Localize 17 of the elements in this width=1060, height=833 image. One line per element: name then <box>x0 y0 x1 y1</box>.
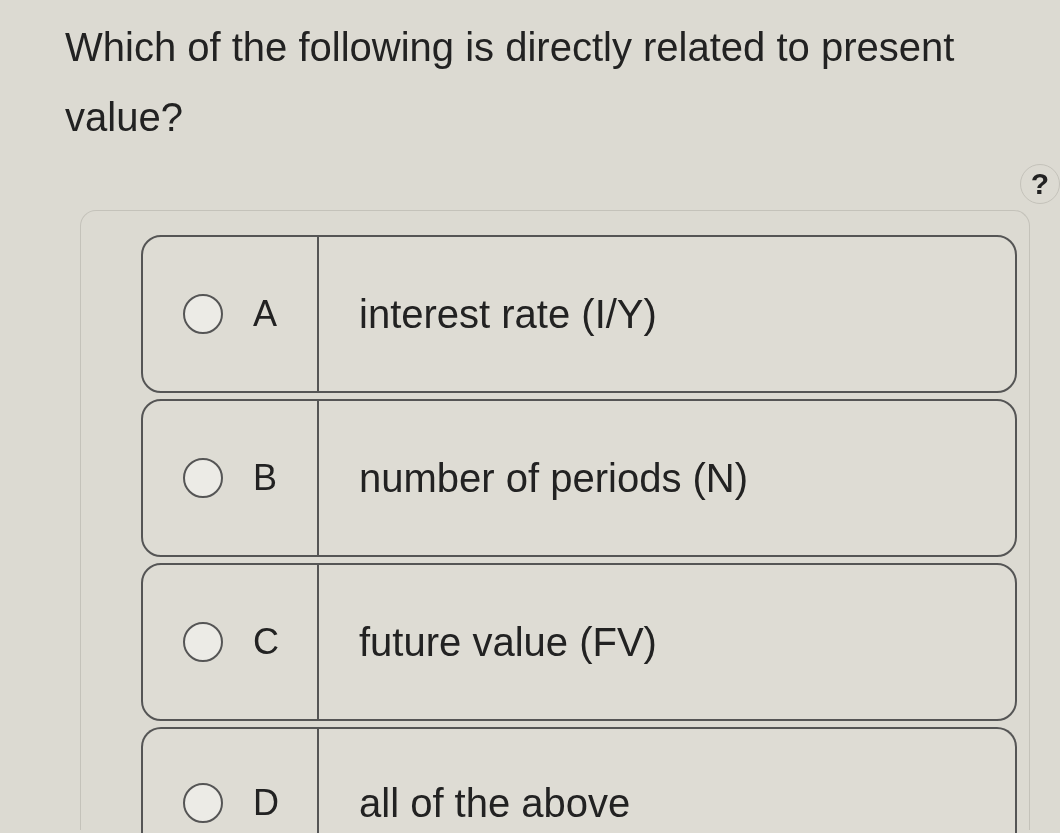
option-text: interest rate (I/Y) <box>359 294 657 334</box>
answer-option[interactable]: B number of periods (N) <box>141 399 1017 557</box>
radio-button[interactable] <box>183 622 223 662</box>
answer-option[interactable]: A interest rate (I/Y) <box>141 235 1017 393</box>
option-letter: B <box>253 458 277 498</box>
radio-button[interactable] <box>183 458 223 498</box>
option-text: number of periods (N) <box>359 458 749 498</box>
option-text: all of the above <box>359 783 631 823</box>
option-text: future value (FV) <box>359 622 657 662</box>
question-text: Which of the following is directly related to present value? <box>65 24 956 141</box>
radio-button[interactable] <box>183 294 223 334</box>
option-letter: D <box>253 783 279 823</box>
answer-option[interactable]: D all of the above <box>141 727 1017 833</box>
answer-option[interactable]: C future value (FV) <box>141 563 1017 721</box>
option-letter: A <box>253 294 277 334</box>
option-letter: C <box>253 622 279 662</box>
radio-button[interactable] <box>183 783 223 823</box>
